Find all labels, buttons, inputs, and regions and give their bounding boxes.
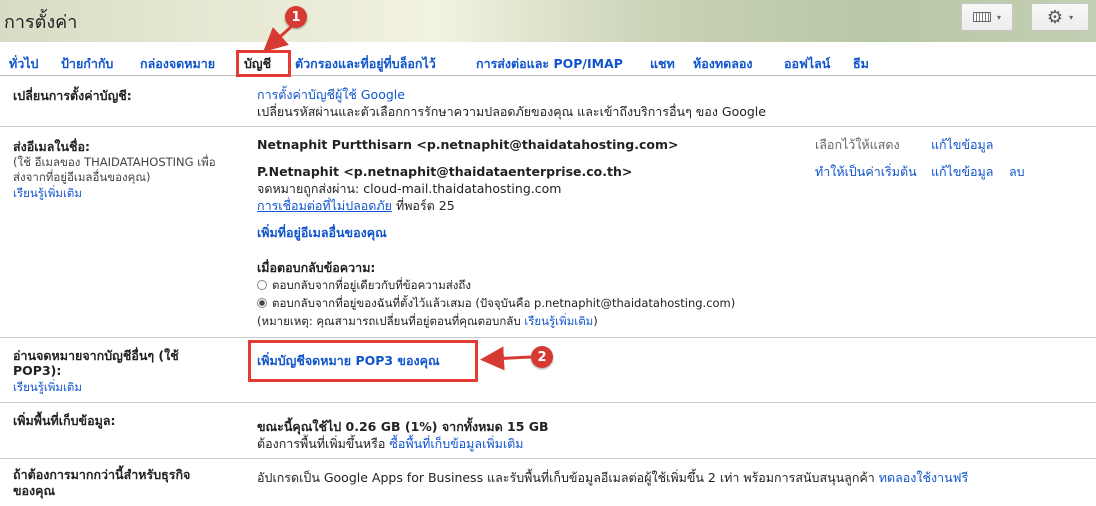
- pop3-label-line-2: POP3):: [13, 363, 62, 378]
- insecure-connection-link[interactable]: การเชื่อมต่อที่ไม่ปลอดภัย: [257, 198, 392, 213]
- reply-setting-title: เมื่อตอบกลับข้อความ:: [257, 260, 376, 275]
- chevron-down-icon: ▾: [1069, 12, 1074, 22]
- storage-more-text: ต้องการพื้นที่เพิ่มขึ้นหรือ: [257, 436, 390, 451]
- port-text: ที่พอร์ต 25: [391, 198, 455, 213]
- chevron-down-icon: ▾: [996, 12, 1001, 22]
- radio-unchecked[interactable]: [257, 280, 267, 290]
- reply-note-text: (หมายเหตุ: คุณสามารถเปลี่ยนที่อยู่ตอนที่…: [257, 314, 525, 328]
- pop3-learn-more-link[interactable]: เรียนรู้เพิ่มเติม: [13, 380, 82, 395]
- sent-via-text: จดหมายถูกส่งผ่าน: cloud-mail.thaidatahos…: [257, 181, 562, 196]
- page-title: การตั้งค่า: [4, 12, 78, 33]
- tab-labs[interactable]: ห้องทดลอง: [693, 54, 752, 74]
- add-another-email-link[interactable]: เพิ่มที่อยู่อีเมลอื่นของคุณ: [257, 225, 387, 241]
- change-settings-label: เปลี่ยนการตั้งค่าบัญชี:: [13, 88, 132, 103]
- reply-note: (หมายเหตุ: คุณสามารถเปลี่ยนที่อยู่ตอนที่…: [257, 313, 598, 329]
- business-label-line-2: ของคุณ: [13, 483, 56, 498]
- reply-note-learn-more-link[interactable]: เรียนรู้เพิ่มเติม: [524, 314, 593, 328]
- reply-option-1-label: ตอบกลับจากที่อยู่เดียวกับที่ข้อความส่งถึ…: [272, 278, 471, 292]
- send-as-label: ส่งอีเมลในชื่อ:: [13, 139, 91, 154]
- gear-icon: ⚙: [1046, 6, 1064, 28]
- keyboard-button[interactable]: ▾: [961, 3, 1013, 31]
- divider: [0, 126, 1096, 127]
- settings-tabs: ทั่วไป ป้ายกำกับ กล่องจดหมาย บัญชี ตัวกร…: [0, 50, 1096, 76]
- send-as-learn-more-link[interactable]: เรียนรู้เพิ่มเติม: [13, 186, 82, 201]
- default-status: เลือกไว้ให้แสดง: [815, 137, 900, 152]
- make-default-link[interactable]: ทำให้เป็นค่าเริ่มต้น: [815, 164, 917, 180]
- pop3-label-line-1: อ่านจดหมายจากบัญชีอื่นๆ (ใช้: [13, 348, 179, 363]
- tab-inbox[interactable]: กล่องจดหมาย: [140, 54, 215, 74]
- step-marker-2: 2: [531, 346, 553, 368]
- reply-option-default-address[interactable]: ตอบกลับจากที่อยู่ของฉันที่ตั้งไว้แล้วเสม…: [257, 295, 735, 311]
- tab-offline[interactable]: ออฟไลน์: [784, 54, 830, 74]
- tab-chat[interactable]: แชท: [650, 54, 675, 74]
- port-info: การเชื่อมต่อที่ไม่ปลอดภัย ที่พอร์ต 25: [257, 198, 455, 214]
- tab-forwarding-pop-imap[interactable]: การส่งต่อและ POP/IMAP: [476, 54, 623, 74]
- buy-storage-link[interactable]: ซื้อพื้นที่เก็บข้อมูลเพิ่มเติม: [389, 436, 523, 451]
- accounts-tab-highlight: [236, 50, 291, 77]
- business-label-line-1: ถ้าต้องการมากกว่านี้สำหรับธุรกิจ: [13, 467, 191, 482]
- send-as-address-1: Netnaphit Purtthisarn <p.netnaphit@thaid…: [257, 137, 679, 152]
- divider: [0, 337, 1096, 338]
- storage-usage: ขณะนี้คุณใช้ไป 0.26 GB (1%) จากทั้งหมด 1…: [257, 419, 549, 434]
- storage-more: ต้องการพื้นที่เพิ่มขึ้นหรือ ซื้อพื้นที่เ…: [257, 436, 523, 452]
- reply-option-2-label: ตอบกลับจากที่อยู่ของฉันที่ตั้งไว้แล้วเสม…: [272, 296, 736, 310]
- delete-address-2-link[interactable]: ลบ: [1009, 164, 1025, 180]
- send-as-address-2: P.Netnaphit <p.netnaphit@thaidataenterpr…: [257, 164, 633, 179]
- free-trial-link[interactable]: ทดลองใช้งานฟรี: [879, 470, 968, 485]
- top-bar: การตั้งค่า ▾ ⚙ ▾: [0, 0, 1096, 42]
- add-pop3-account-link[interactable]: เพิ่มบัญชีจดหมาย POP3 ของคุณ: [257, 353, 440, 369]
- edit-address-1-link[interactable]: แก้ไขข้อมูล: [931, 137, 993, 153]
- tab-themes[interactable]: ธีม: [853, 54, 869, 74]
- send-as-subtext-1: (ใช้ อีเมลของ THAIDATAHOSTING เพื่อ: [13, 155, 216, 169]
- tab-filters[interactable]: ตัวกรองและที่อยู่ที่บล็อกไว้: [295, 54, 436, 74]
- storage-label: เพิ่มพื้นที่เก็บข้อมูล:: [13, 413, 116, 428]
- reply-option-same-address[interactable]: ตอบกลับจากที่อยู่เดียวกับที่ข้อความส่งถึ…: [257, 277, 471, 293]
- radio-checked[interactable]: [257, 298, 267, 308]
- reply-note-end: ): [593, 314, 598, 328]
- keyboard-icon: [972, 12, 991, 22]
- tab-labels[interactable]: ป้ายกำกับ: [61, 54, 113, 74]
- business-description: อัปเกรดเป็น Google Apps for Business และ…: [257, 470, 879, 485]
- change-settings-description: เปลี่ยนรหัสผ่านและตัวเลือกการรักษาความปล…: [257, 104, 766, 119]
- arrow-to-pop3-link: [480, 346, 532, 371]
- divider: [0, 402, 1096, 403]
- settings-button[interactable]: ⚙ ▾: [1031, 3, 1089, 31]
- divider: [0, 458, 1096, 459]
- tab-general[interactable]: ทั่วไป: [9, 54, 38, 74]
- send-as-subtext-2: ส่งจากที่อยู่อีเมลอื่นของคุณ): [13, 170, 151, 184]
- step-marker-1: 1: [285, 6, 307, 28]
- edit-address-2-link[interactable]: แก้ไขข้อมูล: [931, 164, 993, 180]
- google-account-settings-link[interactable]: การตั้งค่าบัญชีผู้ใช้ Google: [257, 87, 405, 103]
- business-upgrade: อัปเกรดเป็น Google Apps for Business และ…: [257, 470, 968, 486]
